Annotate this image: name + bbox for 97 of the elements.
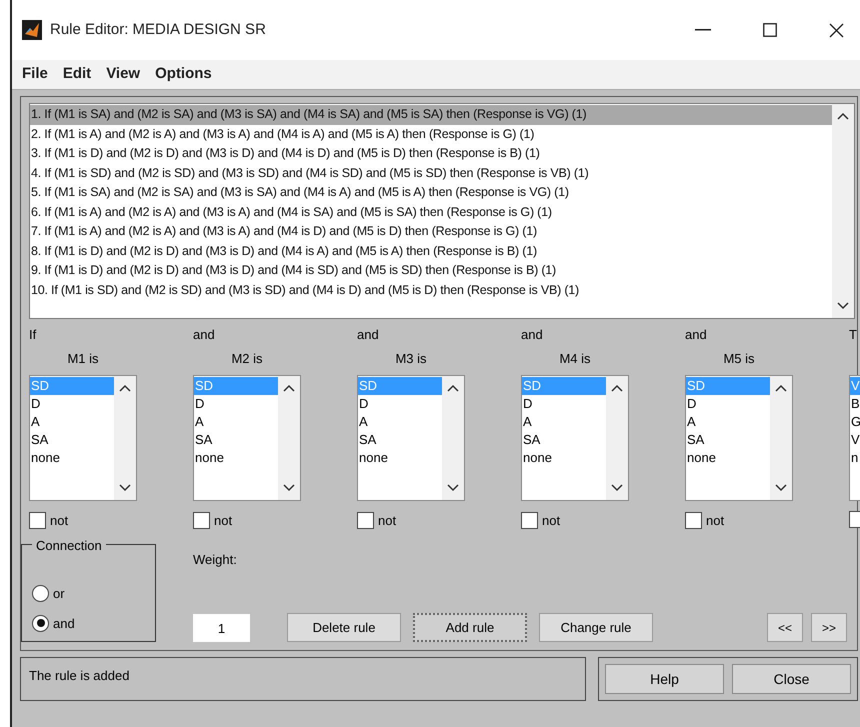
listbox-option[interactable]: SA bbox=[194, 430, 278, 448]
rule-item[interactable]: 5. If (M1 is SA) and (M2 is SA) and (M3 is SA) and (M4 is A) and (M5 is A) then (Response is VG) (1) bbox=[30, 183, 832, 202]
option-listbox[interactable]: SD D A SA none bbox=[193, 374, 301, 500]
connector-label: If bbox=[29, 326, 36, 342]
scroll-down-icon[interactable] bbox=[447, 484, 459, 492]
rule-item[interactable]: 1. If (M1 is SA) and (M2 is SA) and (M3 is SA) and (M4 is SA) and (M5 is SA) then (Response is VG) (1) bbox=[30, 105, 832, 124]
listbox-option[interactable]: none bbox=[358, 448, 442, 466]
option-listbox[interactable]: SD D A SA none bbox=[685, 374, 793, 500]
listbox-option[interactable]: D bbox=[30, 394, 114, 412]
listbox-option[interactable]: n bbox=[850, 448, 860, 466]
rule-item[interactable]: 7. If (M1 is A) and (M2 is A) and (M3 is A) and (M4 is D) and (M5 is D) then (Response is G) (1) bbox=[30, 222, 832, 242]
option-listbox[interactable]: V B G V n bbox=[849, 374, 860, 500]
window-title: Rule Editor: MEDIA DESIGN SR bbox=[50, 20, 266, 40]
rule-action-button[interactable]: Add rule bbox=[413, 613, 527, 642]
listbox-option[interactable]: A bbox=[194, 412, 278, 430]
not-checkbox[interactable] bbox=[193, 512, 210, 529]
not-checkbox[interactable] bbox=[29, 512, 46, 529]
not-label: not bbox=[50, 512, 68, 530]
footer-button[interactable]: Close bbox=[732, 664, 851, 694]
radio-label: or bbox=[53, 585, 65, 603]
listbox-option[interactable]: SA bbox=[358, 430, 442, 448]
variable-label: M4 is bbox=[558, 350, 592, 366]
scroll-down-icon[interactable] bbox=[119, 484, 131, 492]
radio-button[interactable] bbox=[32, 585, 49, 602]
connector-label: and bbox=[685, 326, 707, 342]
not-label: not bbox=[706, 512, 724, 530]
listbox-option[interactable]: V bbox=[850, 430, 860, 448]
listbox-option[interactable]: A bbox=[30, 412, 114, 430]
scroll-down-icon[interactable] bbox=[837, 302, 849, 310]
not-checkbox[interactable] bbox=[357, 512, 374, 529]
variable-label: M3 is bbox=[394, 350, 428, 366]
option-listbox[interactable]: SD D A SA none bbox=[357, 374, 465, 500]
rule-item[interactable]: 2. If (M1 is A) and (M2 is A) and (M3 is A) and (M4 is A) and (M5 is A) then (Response is G) (1) bbox=[30, 124, 832, 144]
listbox-option[interactable]: A bbox=[686, 412, 770, 430]
listbox-option[interactable]: A bbox=[522, 412, 606, 430]
scroll-up-icon[interactable] bbox=[283, 384, 295, 392]
scroll-up-icon[interactable] bbox=[611, 384, 623, 392]
weight-label: Weight: bbox=[193, 551, 238, 569]
radio-button[interactable] bbox=[32, 614, 49, 632]
scroll-up-icon[interactable] bbox=[119, 384, 131, 392]
listbox-option[interactable]: D bbox=[358, 394, 442, 412]
listbox-option[interactable]: D bbox=[522, 394, 606, 412]
scroll-down-icon[interactable] bbox=[611, 484, 623, 492]
rule-item[interactable]: 3. If (M1 is D) and (M2 is D) and (M3 is D) and (M4 is D) and (M5 is D) then (Response is B) (1) bbox=[30, 144, 832, 164]
not-label: not bbox=[214, 512, 232, 530]
rule-item[interactable]: 10. If (M1 is SD) and (M2 is SD) and (M3 is SD) and (M4 is D) and (M5 is D) then (Response is VB) (1) bbox=[30, 280, 832, 300]
rule-action-button[interactable]: Change rule bbox=[539, 613, 653, 642]
menu-item[interactable]: View bbox=[106, 63, 140, 86]
maximize-icon[interactable] bbox=[763, 23, 777, 37]
listbox-option[interactable]: none bbox=[522, 448, 606, 466]
footer-button[interactable]: Help bbox=[605, 664, 724, 694]
rules-listbox[interactable] bbox=[29, 103, 855, 318]
variable-label: M2 is bbox=[230, 350, 264, 366]
listbox-option[interactable]: SA bbox=[522, 430, 606, 448]
radio-label: and bbox=[53, 614, 75, 632]
rule-item[interactable]: 6. If (M1 is A) and (M2 is A) and (M3 is A) and (M4 is SA) and (M5 is SA) then (Response is G) (1) bbox=[30, 202, 832, 222]
not-label: not bbox=[542, 512, 560, 530]
listbox-option[interactable]: G bbox=[850, 412, 860, 430]
listbox-option[interactable]: D bbox=[194, 394, 278, 412]
scroll-down-icon[interactable] bbox=[283, 484, 295, 492]
listbox-option[interactable]: B bbox=[850, 394, 860, 412]
connector-label: T bbox=[849, 326, 857, 342]
close-icon[interactable] bbox=[829, 22, 844, 38]
rule-item[interactable]: 8. If (M1 is D) and (M2 is D) and (M3 is D) and (M4 is A) and (M5 is A) then (Response is B) (1) bbox=[30, 242, 832, 261]
scroll-down-icon[interactable] bbox=[775, 484, 787, 492]
nav-button[interactable]: >> bbox=[811, 613, 847, 642]
rule-item[interactable]: 9. If (M1 is D) and (M2 is D) and (M3 is D) and (M4 is SD) and (M5 is SD) then (Response is B) (1) bbox=[30, 261, 832, 280]
minimize-icon[interactable] bbox=[695, 29, 711, 31]
connector-label: and bbox=[357, 326, 379, 342]
variable-label: M1 is bbox=[66, 350, 100, 366]
listbox-option[interactable]: SA bbox=[686, 430, 770, 448]
variable-label: M5 is bbox=[722, 350, 756, 366]
scroll-up-icon[interactable] bbox=[837, 112, 849, 120]
connector-label: and bbox=[521, 326, 543, 342]
scroll-up-icon[interactable] bbox=[447, 384, 459, 392]
listbox-option[interactable]: SA bbox=[30, 430, 114, 448]
not-label: not bbox=[378, 512, 396, 530]
scroll-up-icon[interactable] bbox=[775, 384, 787, 392]
listbox-option[interactable]: none bbox=[686, 448, 770, 466]
connector-label: and bbox=[193, 326, 215, 342]
option-listbox[interactable]: SD D A SA none bbox=[521, 374, 629, 500]
menu-item[interactable]: Edit bbox=[62, 63, 92, 86]
option-listbox[interactable]: SD D A SA none bbox=[29, 374, 137, 500]
listbox-option[interactable]: none bbox=[30, 448, 114, 466]
menu-item[interactable]: File bbox=[22, 63, 48, 86]
rule-item[interactable]: 4. If (M1 is SD) and (M2 is SD) and (M3 is SD) and (M4 is SD) and (M5 is SD) then (Response is VB) (1) bbox=[30, 164, 832, 183]
rule-action-button[interactable]: Delete rule bbox=[287, 613, 401, 642]
status-message: The rule is added bbox=[29, 668, 130, 683]
app-logo-icon bbox=[22, 20, 42, 40]
nav-button[interactable]: << bbox=[767, 613, 803, 642]
listbox-option[interactable]: none bbox=[194, 448, 278, 466]
listbox-option[interactable]: A bbox=[358, 412, 442, 430]
not-checkbox[interactable] bbox=[685, 512, 702, 529]
listbox-option[interactable]: D bbox=[686, 394, 770, 412]
not-checkbox[interactable] bbox=[521, 512, 538, 529]
menu-item[interactable]: Options bbox=[155, 63, 212, 86]
weight-field[interactable]: 1 bbox=[193, 614, 250, 642]
